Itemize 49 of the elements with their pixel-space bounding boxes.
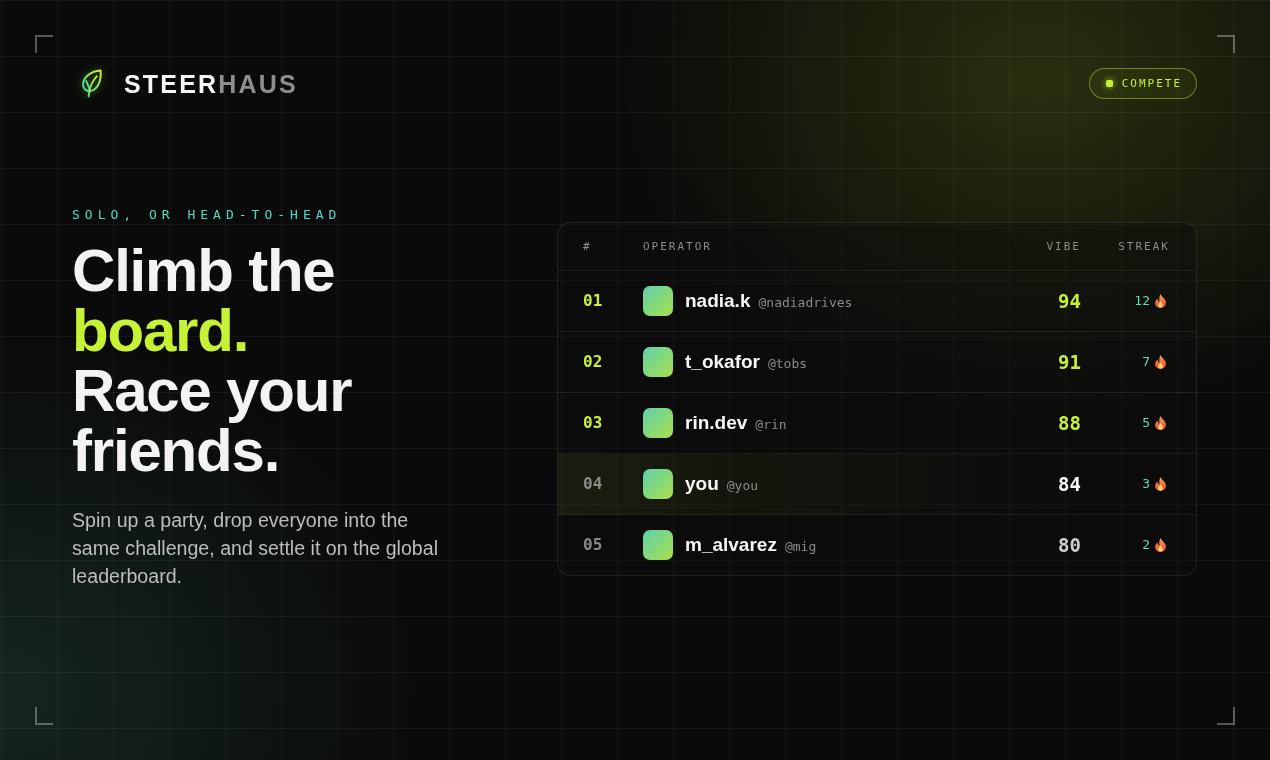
player-name: you (685, 472, 719, 495)
vibe-score: 84 (1058, 472, 1081, 495)
flame-icon (1154, 292, 1167, 309)
corner-bracket (1217, 707, 1235, 725)
corner-bracket (35, 35, 53, 53)
headline: Climb the board. Race your friends. (72, 241, 353, 481)
corner-bracket (35, 707, 53, 725)
flame-icon (1154, 414, 1167, 431)
player-handle: @rin (755, 415, 787, 432)
rank-number: 05 (583, 535, 603, 554)
column-header: STREAK (1118, 239, 1170, 253)
rank-number: 03 (583, 413, 603, 432)
player-handle: @tobs (767, 354, 808, 371)
avatar (643, 285, 673, 316)
column-header: # (583, 239, 592, 253)
player-name: m_alvarez (685, 533, 777, 556)
avatar (643, 407, 673, 438)
avatar (643, 346, 673, 377)
streak-count: 7 (1142, 354, 1150, 369)
streak-count: 5 (1142, 415, 1150, 430)
vibe-score: 80 (1058, 533, 1081, 556)
compete-button[interactable]: COMPETE (1088, 68, 1197, 99)
vibe-score: 88 (1058, 411, 1081, 434)
player-name: nadia.k (685, 289, 751, 312)
brand-name: STEERHAUS (124, 68, 298, 99)
flame-icon (1154, 353, 1167, 370)
player-name: rin.dev (685, 411, 748, 434)
leaf-icon (80, 69, 103, 98)
streak-count: 3 (1142, 476, 1150, 491)
streak-count: 12 (1134, 293, 1150, 308)
player-handle: @nadiadrives (758, 293, 853, 310)
avatar (643, 529, 673, 560)
avatar (643, 468, 673, 499)
column-header: VIBE (1046, 239, 1081, 253)
description-text: Spin up a party, drop everyone into the same challenge, and settle it on the global leaderboard. (72, 508, 439, 589)
rank-number: 01 (583, 291, 603, 310)
streak-count: 2 (1142, 537, 1150, 552)
column-header: OPERATOR (643, 239, 712, 253)
corner-bracket (1217, 35, 1235, 53)
eyebrow-text: SOLO, OR HEAD-TO-HEAD (72, 207, 342, 223)
player-name: t_okafor (685, 350, 760, 373)
flame-icon (1154, 536, 1167, 553)
rank-number: 02 (583, 352, 603, 371)
flame-icon (1154, 475, 1167, 492)
vibe-score: 91 (1058, 350, 1081, 373)
player-handle: @you (726, 476, 759, 493)
player-handle: @mig (784, 537, 817, 554)
rank-number: 04 (583, 474, 603, 493)
vibe-score: 94 (1058, 289, 1081, 312)
